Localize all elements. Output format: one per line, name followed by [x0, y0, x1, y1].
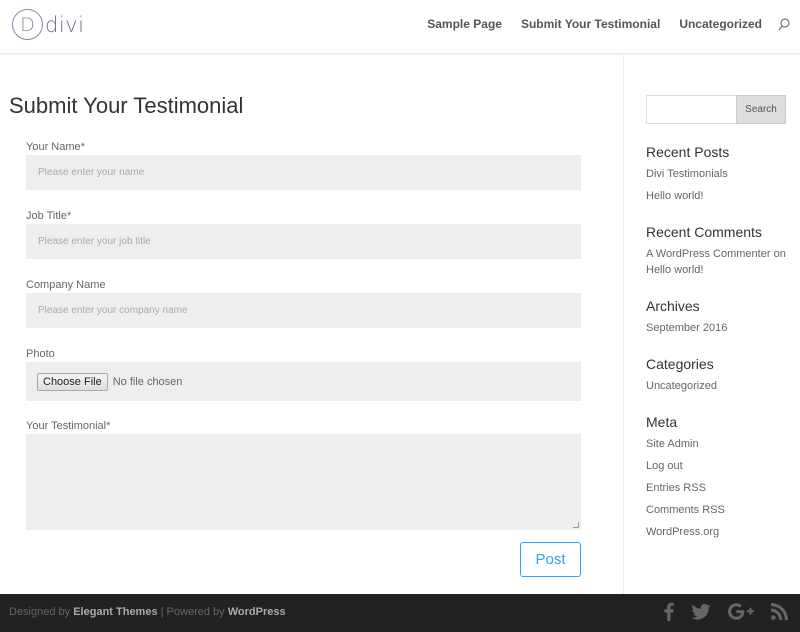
footer-credit: Designed by Elegant Themes | Powered by …	[9, 606, 286, 618]
logo-mark: D	[12, 9, 43, 40]
resize-handle[interactable]	[573, 522, 579, 528]
comment-post-link[interactable]: Hello world!	[646, 262, 786, 278]
testimonial-form: Your Name* Please enter your name Job Ti…	[26, 139, 581, 530]
page-title: Submit Your Testimonial	[9, 93, 244, 118]
powered-by-text: | Powered by	[160, 606, 225, 618]
google-plus-icon[interactable]	[728, 603, 754, 620]
sidebar-search: Search	[646, 95, 786, 124]
twitter-icon[interactable]	[691, 603, 711, 620]
comment-on-text: on	[773, 248, 786, 260]
company-name-field[interactable]: Please enter your company name	[26, 293, 581, 328]
designed-by-text: Designed by	[9, 606, 71, 618]
site-footer: Designed by Elegant Themes | Powered by …	[0, 594, 800, 632]
job-title-label: Job Title*	[26, 210, 72, 222]
meta-link-entries-rss[interactable]: Entries RSS	[646, 480, 786, 496]
testimonial-label: Your Testimonial*	[26, 420, 111, 432]
job-title-field[interactable]: Please enter your job title	[26, 224, 581, 259]
site-logo[interactable]: D divi	[12, 9, 84, 40]
file-status: No file chosen	[112, 375, 183, 388]
name-label: Your Name*	[26, 141, 85, 153]
nav-item-uncategorized[interactable]: Uncategorized	[679, 17, 762, 31]
sidebar: Search Recent Posts Divi Testimonials He…	[646, 95, 786, 546]
category-link[interactable]: Uncategorized	[646, 378, 786, 394]
sidebar-divider	[623, 55, 624, 594]
name-field[interactable]: Please enter your name	[26, 155, 581, 190]
post-button[interactable]: Post	[520, 542, 581, 577]
sidebar-search-input[interactable]	[646, 95, 736, 124]
rss-icon[interactable]	[771, 603, 788, 620]
search-icon[interactable]	[778, 18, 790, 31]
recent-post-link[interactable]: Divi Testimonials	[646, 166, 786, 182]
meta-title: Meta	[646, 414, 678, 430]
photo-upload: Choose File No file chosen	[26, 362, 581, 401]
choose-file-button[interactable]: Choose File	[37, 372, 108, 391]
photo-label: Photo	[26, 348, 55, 360]
main-nav: Sample Page Submit Your Testimonial Unca…	[408, 17, 790, 31]
sidebar-search-button[interactable]: Search	[736, 95, 786, 124]
testimonial-textarea[interactable]	[26, 434, 581, 530]
recent-post-link[interactable]: Hello world!	[646, 188, 786, 204]
archives-title: Archives	[646, 298, 700, 314]
meta-link-comments-rss[interactable]: Comments RSS	[646, 502, 786, 518]
social-links	[647, 602, 788, 621]
recent-comments-title: Recent Comments	[646, 224, 762, 240]
recent-comment: A WordPress Commenter on	[646, 246, 786, 262]
nav-item-submit-testimonial[interactable]: Submit Your Testimonial	[521, 17, 660, 31]
logo-text: divi	[45, 12, 85, 37]
site-header: D divi Sample Page Submit Your Testimoni…	[0, 0, 800, 54]
meta-link-log-out[interactable]: Log out	[646, 458, 786, 474]
company-name-label: Company Name	[26, 279, 106, 291]
archive-link[interactable]: September 2016	[646, 320, 786, 336]
nav-item-sample-page[interactable]: Sample Page	[427, 17, 502, 31]
meta-link-wordpress-org[interactable]: WordPress.org	[646, 524, 786, 540]
recent-posts-title: Recent Posts	[646, 144, 730, 160]
elegant-themes-link[interactable]: Elegant Themes	[73, 606, 157, 618]
meta-link-site-admin[interactable]: Site Admin	[646, 436, 786, 452]
facebook-icon[interactable]	[664, 602, 674, 621]
comment-author-link[interactable]: A WordPress Commenter	[646, 248, 771, 260]
categories-title: Categories	[646, 356, 714, 372]
wordpress-link[interactable]: WordPress	[228, 606, 286, 618]
